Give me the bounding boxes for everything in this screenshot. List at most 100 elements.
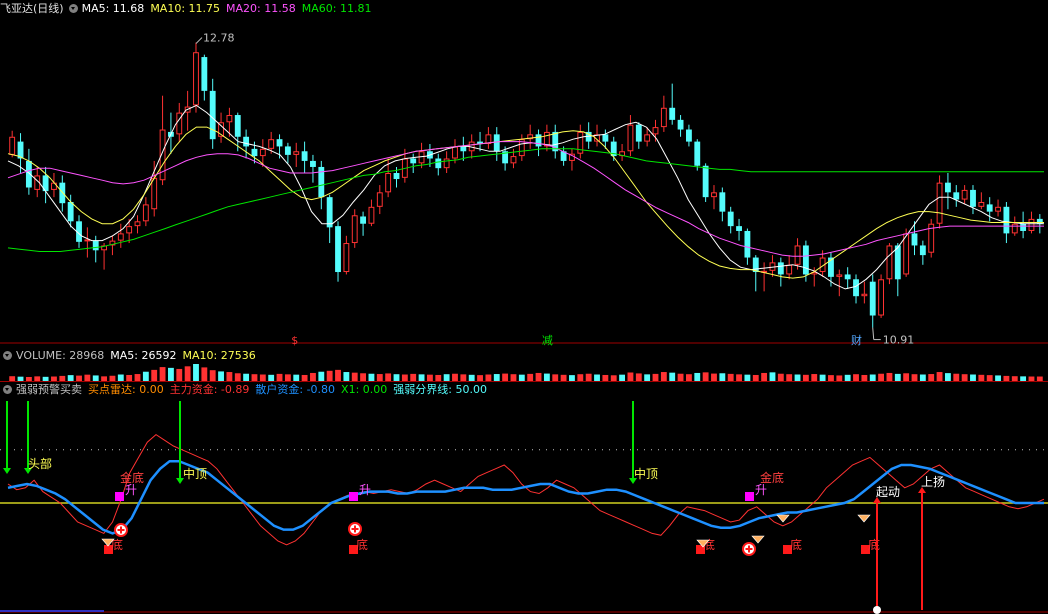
volume-bar [610, 375, 617, 381]
volume-bar [443, 374, 450, 381]
volume-bar [585, 373, 592, 381]
rise-marker-icon [115, 492, 124, 501]
volume-bar [25, 376, 32, 381]
volume-bar [811, 374, 818, 381]
candle-body [986, 204, 993, 212]
candle-body [711, 192, 717, 198]
volume-bar [1028, 376, 1035, 381]
volume-bar [360, 373, 367, 381]
volume-bar [351, 372, 358, 381]
volume-bar [477, 375, 483, 381]
candle-body [276, 139, 283, 147]
candle-body [635, 124, 642, 142]
volume-bar [919, 374, 926, 381]
volume-bar [310, 372, 316, 381]
volume-bar [669, 372, 676, 381]
volume-bar [711, 373, 717, 381]
volume-bar [577, 374, 584, 381]
volume-bar [602, 374, 609, 381]
volume-bar [644, 374, 651, 381]
volume-bar [752, 374, 759, 381]
candle-body [1003, 206, 1010, 234]
volume-bar [284, 374, 291, 381]
volume-bar [259, 374, 266, 381]
candle-body [385, 173, 392, 193]
volume-bar [502, 373, 509, 381]
rise-marker-icon [745, 492, 754, 501]
signal-label: 上扬 [921, 474, 945, 489]
volume-bar [527, 373, 534, 381]
volume-bar [744, 374, 751, 381]
event-marker: 财 [851, 333, 862, 347]
volume-bar [335, 369, 341, 381]
volume-bar [376, 374, 383, 381]
volume-bar [234, 373, 241, 381]
candle-body [627, 124, 634, 152]
candle-body [836, 274, 843, 277]
volume-bar [786, 374, 793, 381]
candle-body [802, 245, 809, 275]
volume-bar [226, 372, 233, 381]
start-dot-icon [873, 606, 881, 614]
volume-bar [518, 374, 525, 381]
event-marker: $ [291, 334, 298, 347]
volume-bar [184, 366, 191, 381]
volume-bar [151, 369, 158, 381]
candle-body [9, 136, 16, 155]
volume-bar [878, 373, 885, 381]
candle-body [685, 129, 692, 142]
chart-canvas[interactable]: 12.7810.91 $ 减财 头部中顶 中顶金底 金底升升升底底底底底起动上扬 [0, 0, 1048, 614]
candle-body [894, 245, 901, 280]
candle-body [1011, 223, 1018, 234]
volume-bar [343, 372, 350, 381]
candle-body [936, 182, 943, 224]
candle-body [326, 197, 333, 228]
volume-bar [560, 374, 567, 381]
volume-bar [485, 374, 492, 381]
event-markers: $ 减 财 [291, 333, 862, 347]
candle-body [844, 274, 851, 280]
volume-bar [535, 372, 542, 381]
volume-bar [243, 373, 250, 381]
candle-body [660, 107, 667, 128]
volume-bar [67, 375, 74, 381]
candle-body [644, 134, 651, 142]
volume-bar [660, 372, 667, 381]
volume-bar [510, 374, 517, 381]
volume-bar [276, 373, 283, 381]
volume-bar [702, 372, 709, 381]
volume-bar [995, 375, 1001, 381]
volume-bar [836, 375, 843, 381]
candle-body [360, 216, 367, 224]
candle-body [1028, 218, 1035, 231]
candle-body [777, 262, 784, 275]
volume-bar [117, 374, 124, 381]
volume-bar [861, 374, 868, 381]
candle-body [376, 192, 383, 207]
candle-body [669, 107, 676, 120]
volume-bar [627, 372, 634, 381]
volume-bar [401, 374, 408, 381]
volume-bar [193, 364, 199, 381]
candle-body [201, 57, 208, 91]
volume-bar [76, 375, 82, 381]
candle-body [944, 182, 951, 193]
volume-bar [34, 376, 41, 381]
candle-body [259, 148, 266, 157]
volume-bar [393, 374, 400, 381]
volume-bar [911, 374, 918, 381]
signal-label: 起动 [876, 485, 900, 499]
volume-bar [685, 374, 692, 381]
candle-body [861, 293, 868, 297]
signal-label: 头部 [28, 456, 52, 471]
volume-bar [410, 373, 417, 381]
volume-bar [84, 374, 91, 381]
candle-body [869, 281, 876, 316]
candle-body [92, 240, 99, 251]
signal-label: 底 [790, 537, 802, 552]
diamond-icon [776, 514, 790, 523]
candle-body [602, 134, 609, 142]
rise-marker-icon [349, 492, 358, 501]
volume-bar [802, 374, 809, 381]
signal-label: 升 [755, 483, 767, 497]
